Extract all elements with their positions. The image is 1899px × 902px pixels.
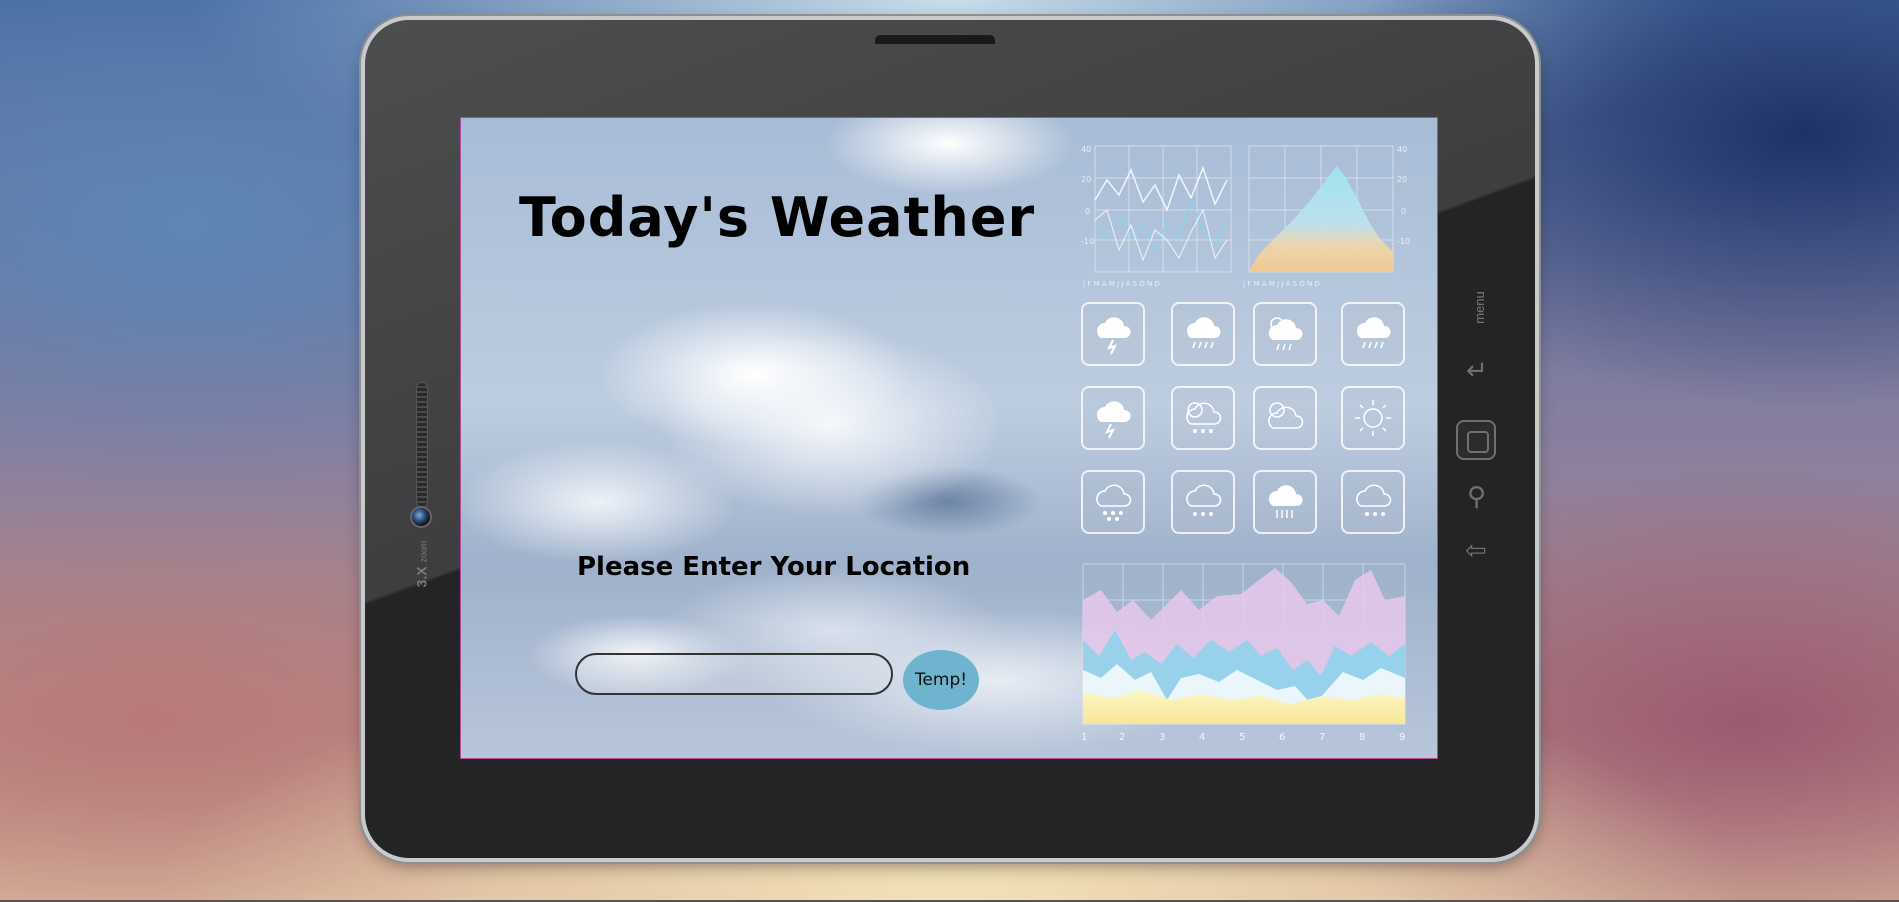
rain-cloud-icon xyxy=(1171,302,1235,366)
search-icon: ⚲ xyxy=(1467,482,1487,512)
svg-text:5: 5 xyxy=(1239,732,1245,743)
svg-text:40: 40 xyxy=(1081,145,1091,154)
svg-text:J F M A M J J A S O N D: J F M A M J J A S O N D xyxy=(1242,280,1320,288)
snow-cloud-icon xyxy=(1081,470,1145,534)
sun-rain-cloud-icon xyxy=(1253,302,1317,366)
heavy-rain-cloud-icon xyxy=(1253,470,1317,534)
location-input[interactable] xyxy=(575,653,893,695)
menu-label: menu xyxy=(1471,291,1487,324)
snow-cloud-icon xyxy=(1171,470,1235,534)
camera-icon xyxy=(410,506,432,528)
svg-text:20: 20 xyxy=(1081,175,1091,184)
svg-text:3: 3 xyxy=(1159,732,1165,743)
svg-text:6: 6 xyxy=(1279,732,1285,743)
back-arrow-icon: ↵ xyxy=(1466,356,1488,386)
svg-text:20: 20 xyxy=(1397,175,1407,184)
svg-text:-10: -10 xyxy=(1081,237,1094,246)
tablet-screen: Today's Weather Please Enter Your Locati… xyxy=(460,117,1438,759)
area-chart-graphic: 40 20 0 -10 J F M A M J J A S O N D xyxy=(1242,145,1410,288)
page-title: Today's Weather xyxy=(519,186,1036,249)
location-prompt: Please Enter Your Location xyxy=(577,552,971,582)
share-icon: ⇦ xyxy=(1465,536,1487,566)
lightning-cloud-icon xyxy=(1081,386,1145,450)
partly-cloudy-icon xyxy=(1253,386,1317,450)
bottom-area-chart-graphic: 1 2 3 4 5 6 7 8 9 xyxy=(1081,563,1406,743)
tablet-speaker-grille xyxy=(416,382,428,508)
svg-text:0: 0 xyxy=(1085,207,1090,216)
thunderstorm-cloud-icon xyxy=(1081,302,1145,366)
snow-cloud-icon xyxy=(1341,470,1405,534)
rain-cloud-icon xyxy=(1341,302,1405,366)
tablet-power-button xyxy=(875,35,995,44)
sun-icon xyxy=(1341,386,1405,450)
svg-text:40: 40 xyxy=(1397,145,1407,154)
svg-text:J F M A M J J A S O N D: J F M A M J J A S O N D xyxy=(1082,280,1160,288)
svg-text:2: 2 xyxy=(1119,732,1125,743)
svg-text:9: 9 xyxy=(1399,732,1405,743)
svg-text:0: 0 xyxy=(1401,207,1406,216)
weather-infographic: 40 20 0 -10 J F M A M J J A S O N D 40 2… xyxy=(1081,140,1421,744)
temp-button[interactable]: Temp! xyxy=(903,650,979,710)
svg-text:7: 7 xyxy=(1319,732,1325,743)
line-chart-graphic: 40 20 0 -10 J F M A M J J A S O N D xyxy=(1081,145,1232,288)
svg-text:4: 4 xyxy=(1199,732,1205,743)
svg-text:8: 8 xyxy=(1359,732,1365,743)
zoom-label: 3.X zoom xyxy=(413,540,430,588)
svg-text:-10: -10 xyxy=(1397,237,1410,246)
svg-text:1: 1 xyxy=(1081,732,1087,743)
home-button-icon xyxy=(1456,420,1496,460)
sun-snow-cloud-icon xyxy=(1171,386,1235,450)
tablet-frame: 3.X zoom menu ↵ ⚲ ⇦ Today's Weather Plea… xyxy=(365,20,1535,858)
